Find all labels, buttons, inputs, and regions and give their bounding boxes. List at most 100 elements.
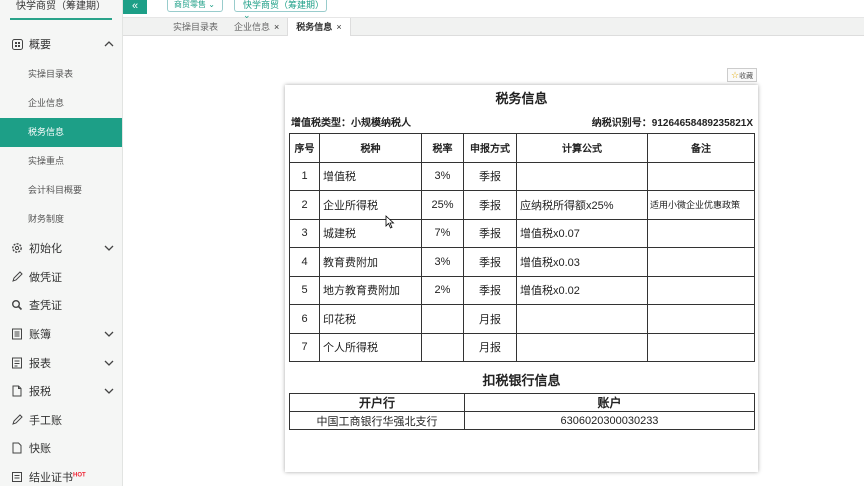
- pen-icon: [11, 271, 23, 283]
- sidebar: 快学商贸（筹建期） 概要 实操目录表 企业信息 税务信息 实操重点 会计科目概要…: [0, 0, 123, 486]
- cell-no: 3: [289, 218, 320, 248]
- cell-rate: 3%: [421, 161, 464, 191]
- cell-rate: 25%: [421, 190, 464, 220]
- sidebar-group-overview[interactable]: 概要: [0, 28, 122, 60]
- company-dropdown-value: 快学商贸（筹建期）: [243, 0, 325, 10]
- cell-note: [647, 161, 755, 191]
- sidebar-item-tax-filing[interactable]: 报税: [0, 377, 122, 406]
- header-formula: 计算公式: [516, 133, 648, 163]
- mouse-cursor-icon: [385, 215, 395, 229]
- header-tax: 税种: [319, 133, 422, 163]
- sidebar-item-reports[interactable]: 报表: [0, 348, 122, 377]
- cell-formula: 增值税x0.03: [516, 247, 648, 277]
- cell-note: [647, 247, 755, 277]
- sidebar-item-accounts-overview[interactable]: 会计科目概要: [0, 176, 122, 205]
- tax-info-document: 税务信息 增值税类型：小规模纳税人 纳税识别号：9126465848923582…: [285, 85, 758, 472]
- cell-formula: 增值税x0.02: [516, 275, 648, 305]
- chevron-down-icon: [104, 386, 114, 396]
- pen-icon: [11, 414, 23, 426]
- company-dropdown[interactable]: 快学商贸（筹建期） ⌄: [234, 0, 327, 20]
- sidebar-item-company-info[interactable]: 企业信息: [0, 89, 122, 118]
- file-icon: [11, 442, 23, 454]
- cell-tax: 地方教育费附加: [319, 275, 422, 305]
- table-row: 6 印花税 月报: [289, 304, 755, 334]
- cell-rate: 3%: [421, 247, 464, 277]
- tab-tax-info[interactable]: 税务信息 ×: [287, 18, 351, 36]
- close-icon[interactable]: ×: [274, 18, 279, 36]
- cell-tax: 教育费附加: [319, 247, 422, 277]
- sidebar-item-reports-label: 报表: [29, 357, 51, 370]
- main-content: ☆收藏 税务信息 增值税类型：小规模纳税人 纳税识别号：912646584892…: [123, 37, 864, 486]
- cell-method: 季报: [463, 161, 517, 191]
- ledger-icon: [11, 328, 23, 340]
- tax-table: 序号 税种 税率 申报方式 计算公式 备注 1 增值税 3% 季报 2 企业所得…: [289, 133, 755, 362]
- header-method: 申报方式: [463, 133, 517, 163]
- tab-bar: 实操目录表 企业信息 × 税务信息 ×: [123, 18, 864, 36]
- sidebar-item-query-voucher[interactable]: 查凭证: [0, 291, 122, 320]
- cell-method: 季报: [463, 190, 517, 220]
- tab-company-info-label: 企业信息: [234, 22, 271, 32]
- sidebar-item-certificate[interactable]: 结业证书HOT: [0, 463, 122, 486]
- tab-catalog-label: 实操目录表: [173, 22, 219, 32]
- sidebar-item-catalog[interactable]: 实操目录表: [0, 60, 122, 89]
- header-rate: 税率: [421, 133, 464, 163]
- cell-note: [647, 275, 755, 305]
- document-title: 税务信息: [495, 91, 548, 106]
- star-icon: ☆: [731, 70, 740, 80]
- cell-tax: 增值税: [319, 161, 422, 191]
- header-note: 备注: [647, 133, 755, 163]
- tab-catalog[interactable]: 实操目录表: [165, 18, 226, 36]
- cell-formula: 增值税x0.07: [516, 218, 648, 248]
- cell-formula: [516, 161, 648, 191]
- sidebar-item-finance-rules[interactable]: 财务制度: [0, 205, 122, 234]
- cell-note: [647, 218, 755, 248]
- cell-account: 6306020300030233: [464, 411, 755, 430]
- sidebar-item-ledger-label: 账簿: [29, 329, 51, 342]
- cell-note: [647, 304, 755, 334]
- cell-formula: 应纳税所得额x25%: [516, 190, 648, 220]
- cell-method: 季报: [463, 218, 517, 248]
- vat-type: 增值税类型：小规模纳税人: [291, 118, 411, 129]
- header-account: 账户: [464, 393, 755, 412]
- cell-formula: [516, 304, 648, 334]
- sidebar-item-init[interactable]: 初始化: [0, 234, 122, 263]
- sidebar-item-manual-ledger-label: 手工账: [29, 414, 62, 427]
- collapse-sidebar-button[interactable]: «: [123, 0, 147, 14]
- sidebar-item-key-points[interactable]: 实操重点: [0, 147, 122, 176]
- chevron-down-icon: ⌄: [208, 0, 215, 9]
- cell-rate: [421, 304, 464, 334]
- overview-icon: [11, 38, 23, 50]
- industry-dropdown[interactable]: 商贸零售 ⌄: [167, 0, 223, 12]
- cell-note: 适用小微企业优惠政策: [647, 190, 755, 220]
- cell-no: 4: [289, 247, 320, 277]
- sidebar-item-manual-ledger[interactable]: 手工账: [0, 406, 122, 435]
- sidebar-item-ledger[interactable]: 账簿: [0, 320, 122, 349]
- tab-company-info[interactable]: 企业信息 ×: [226, 18, 287, 36]
- hot-badge: HOT: [73, 472, 86, 479]
- bank-header-row: 开户行 账户: [289, 393, 755, 412]
- sidebar-item-make-voucher[interactable]: 做凭证: [0, 263, 122, 292]
- cell-method: 月报: [463, 332, 517, 362]
- cell-no: 7: [289, 332, 320, 362]
- cell-rate: 2%: [421, 275, 464, 305]
- sidebar-item-tax-filing-label: 报税: [29, 386, 51, 399]
- table-row: 3 城建税 7% 季报 增值税x0.07: [289, 218, 755, 248]
- industry-dropdown-value: 商贸零售: [174, 0, 206, 9]
- sidebar-item-certificate-label: 结业证书HOT: [29, 469, 114, 485]
- info-row: 增值税类型：小规模纳税人 纳税识别号：91264658489235821X: [291, 114, 753, 129]
- sidebar-item-tax-info[interactable]: 税务信息: [0, 118, 122, 147]
- top-bar: « 商贸零售 ⌄ 快学商贸（筹建期） ⌄: [123, 0, 864, 20]
- close-icon[interactable]: ×: [336, 18, 341, 36]
- cell-method: 季报: [463, 247, 517, 277]
- cell-no: 2: [289, 190, 320, 220]
- bank-row: 中国工商银行华强北支行 6306020300030233: [289, 411, 755, 430]
- company-title: 快学商贸（筹建期）: [10, 0, 112, 20]
- table-row: 4 教育费附加 3% 季报 增值税x0.03: [289, 247, 755, 277]
- document-icon: [11, 385, 23, 397]
- favorite-button[interactable]: ☆收藏: [727, 68, 758, 82]
- tab-tax-info-label: 税务信息: [296, 22, 333, 32]
- gear-icon: [11, 242, 23, 254]
- cell-rate: [421, 332, 464, 362]
- sidebar-item-quick-ledger[interactable]: 快账: [0, 434, 122, 463]
- cell-method: 季报: [463, 275, 517, 305]
